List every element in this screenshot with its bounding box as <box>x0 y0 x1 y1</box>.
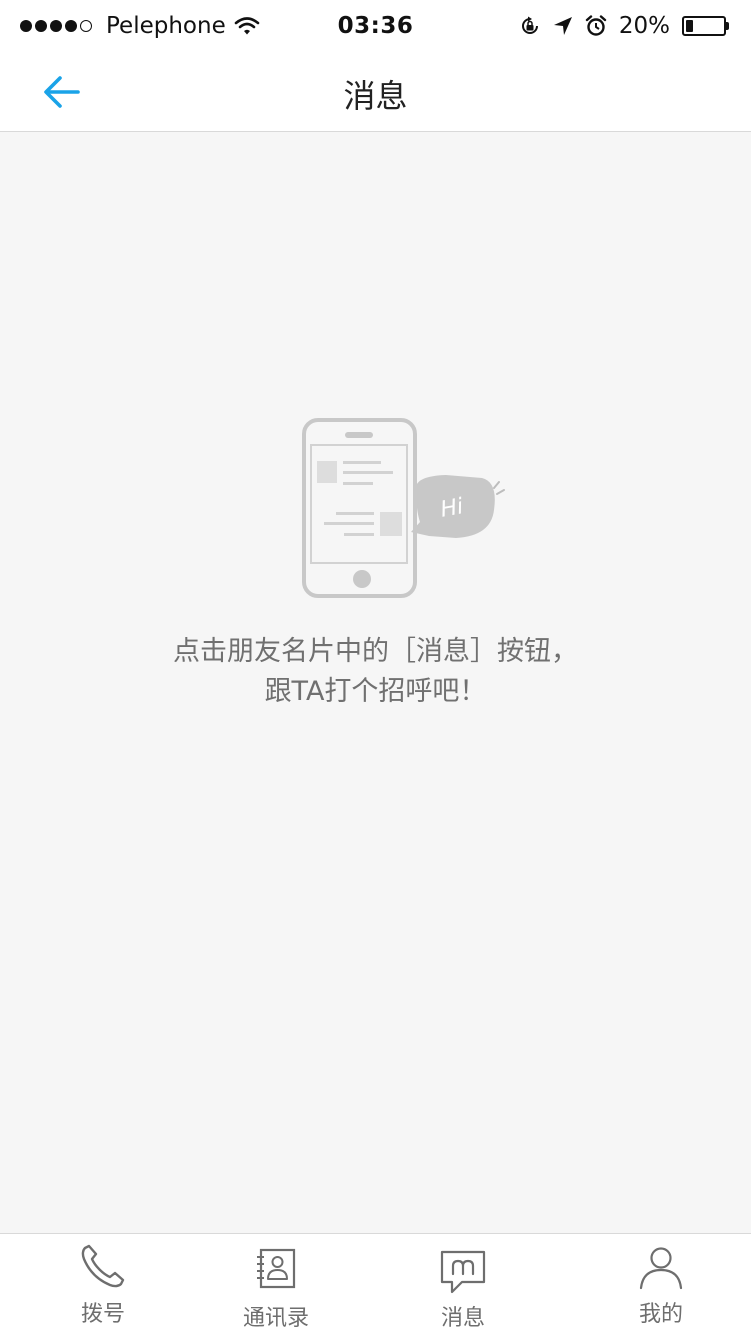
status-bar: Pelephone 03:36 20% <box>0 0 751 52</box>
message-bubble-icon <box>440 1250 486 1294</box>
location-arrow-icon <box>553 17 572 35</box>
empty-state-line-1: 点击朋友名片中的［消息］按钮， <box>173 636 578 667</box>
back-button[interactable] <box>38 70 86 114</box>
contacts-book-icon <box>257 1248 296 1289</box>
tab-mine[interactable]: 我的 <box>591 1234 731 1334</box>
tab-dial[interactable]: 拨号 <box>33 1234 173 1334</box>
empty-state-message: 点击朋友名片中的［消息］按钮， 跟TA打个招呼吧！ <box>0 632 751 712</box>
tab-messages[interactable]: 消息 <box>393 1234 533 1334</box>
carrier-name: Pelephone <box>106 13 226 39</box>
hi-speech-bubble-icon: Hi <box>411 475 505 538</box>
status-left: Pelephone <box>20 13 260 39</box>
empty-messages-illustration: Hi <box>302 418 505 598</box>
nav-bar: 消息 <box>0 52 751 132</box>
wifi-icon <box>234 17 260 35</box>
tab-contacts-label: 通讯录 <box>242 1306 309 1331</box>
rotation-lock-icon <box>521 16 538 34</box>
empty-state-line-2: 跟TA打个招呼吧！ <box>264 676 487 707</box>
alarm-icon <box>585 15 607 36</box>
battery-percent: 20% <box>618 13 670 39</box>
person-icon <box>639 1247 683 1290</box>
page-title: 消息 <box>343 77 408 115</box>
tab-messages-label: 消息 <box>440 1306 485 1331</box>
arrow-left-icon <box>44 76 80 108</box>
tab-contacts[interactable]: 通讯录 <box>206 1234 346 1334</box>
tab-mine-label: 我的 <box>638 1302 683 1327</box>
status-right: 20% <box>519 13 729 39</box>
signal-strength-icon <box>20 20 92 32</box>
hi-badge-text: Hi <box>439 494 466 523</box>
battery-icon <box>682 16 729 36</box>
tab-bar: 拨号 通讯录 消息 我的 <box>0 1233 751 1334</box>
tab-dial-label: 拨号 <box>80 1302 125 1327</box>
phone-illustration-icon <box>302 418 417 598</box>
phone-icon <box>81 1244 125 1288</box>
